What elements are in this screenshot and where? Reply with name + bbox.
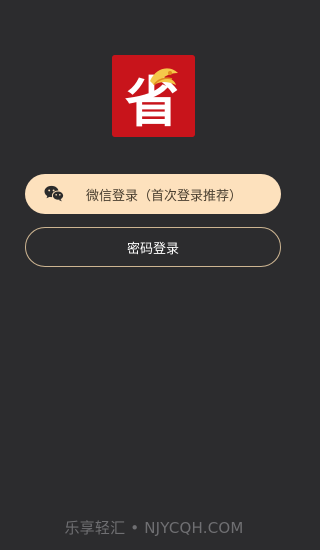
watermark-text: 乐享轻汇 • NJYCQH.COM xyxy=(64,519,244,537)
wechat-login-label: 微信登录（首次登录推荐） xyxy=(85,188,242,204)
password-login-label: 密码登录 xyxy=(126,241,179,257)
login-screen: 省 微信登录（首次登录推荐） 密码登录 乐享轻汇 • NJYCQH.COM xyxy=(0,0,308,550)
app-logo: 省 xyxy=(112,55,195,137)
password-login-button[interactable]: 密码登录 xyxy=(25,227,281,267)
app-logo-icon: 省 xyxy=(112,55,195,137)
wechat-login-button[interactable]: 微信登录（首次登录推荐） xyxy=(25,174,281,214)
wechat-icon xyxy=(44,185,64,202)
